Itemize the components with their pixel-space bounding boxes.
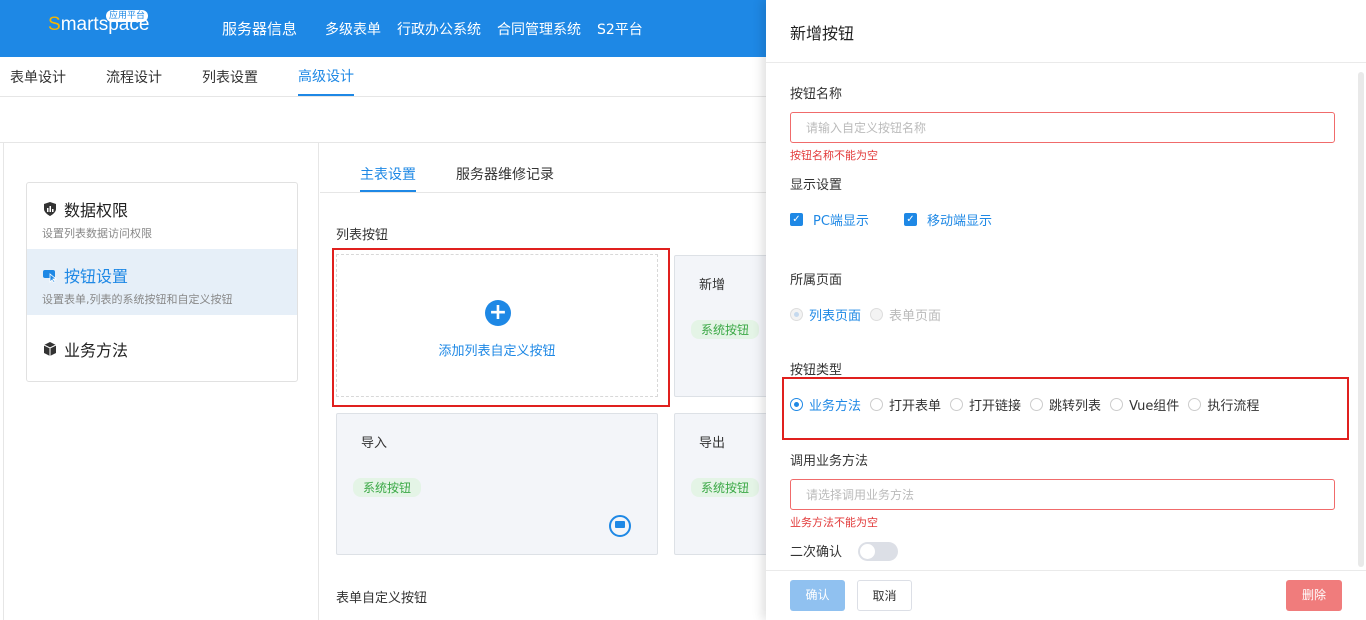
- mobile-display-checkbox[interactable]: ✓ 移动端显示: [904, 210, 992, 229]
- business-method-select[interactable]: 请选择调用业务方法: [790, 479, 1335, 510]
- name-label: 按钮名称: [790, 87, 843, 102]
- nav-s2-platform[interactable]: S2平台: [597, 19, 643, 39]
- button-name-input[interactable]: 请输入自定义按钮名称: [790, 112, 1335, 143]
- checkbox-label: 移动端显示: [927, 214, 993, 229]
- menu-item-desc: 设置表单,列表的系统按钮和自定义按钮: [42, 293, 233, 306]
- menu-item-label: 业务方法: [64, 341, 129, 360]
- menu-item-label: 按钮设置: [64, 267, 129, 286]
- tab-form-design[interactable]: 表单设计: [10, 57, 66, 96]
- button-cursor-icon: [43, 270, 58, 283]
- check-icon: ✓: [790, 213, 803, 226]
- delete-button[interactable]: 删除: [1286, 580, 1342, 611]
- shield-chart-icon: [44, 202, 56, 216]
- form-custom-heading: 表单自定义按钮: [336, 591, 428, 606]
- radio-label: 表单页面: [889, 309, 942, 324]
- menu-item-data-permission[interactable]: 数据权限 设置列表数据访问权限: [27, 183, 297, 249]
- method-error: 业务方法不能为空: [790, 516, 878, 529]
- menu-item-desc: 设置列表数据访问权限: [42, 227, 152, 240]
- cancel-button[interactable]: 取消: [857, 580, 912, 611]
- select-placeholder: 请选择调用业务方法: [806, 488, 915, 502]
- button-card-import[interactable]: 导入 系统按钮: [336, 413, 658, 555]
- top-nav: 服务器信息 多级表单 行政办公系统 合同管理系统 S2平台: [222, 0, 659, 57]
- divider: [766, 570, 1366, 571]
- settings-menu: 数据权限 设置列表数据访问权限 按钮设置 设置表单,列表的系统按钮和自定义按钮 …: [26, 182, 298, 382]
- divider: [766, 62, 1366, 63]
- card-name: 导出: [699, 436, 726, 451]
- radio-list-page[interactable]: 列表页面: [790, 305, 861, 324]
- drawer-title: 新增按钮: [790, 24, 855, 43]
- toolbar-area: [0, 97, 770, 143]
- tab-advanced-design[interactable]: 高级设计: [298, 57, 354, 96]
- radio-label: 列表页面: [809, 309, 862, 324]
- design-tabs: 表单设计 流程设计 列表设置 高级设计: [0, 57, 770, 97]
- system-button-tag: 系统按钮: [691, 320, 760, 339]
- card-name: 导入: [361, 436, 388, 451]
- highlight-box: [332, 248, 670, 407]
- second-confirm-toggle[interactable]: [858, 542, 898, 561]
- check-icon: ✓: [904, 213, 917, 226]
- logo-badge: 应用平台: [106, 10, 149, 22]
- checkbox-label: PC端显示: [813, 214, 869, 229]
- scrollbar[interactable]: [1358, 72, 1364, 567]
- menu-item-business-method[interactable]: 业务方法: [27, 323, 297, 389]
- confirm-label: 二次确认: [790, 545, 843, 560]
- display-label: 显示设置: [790, 178, 843, 193]
- menu-item-label: 数据权限: [64, 201, 129, 220]
- desktop-icon: [609, 515, 631, 537]
- system-button-tag: 系统按钮: [353, 478, 422, 497]
- tab-server-repair[interactable]: 服务器维修记录: [456, 160, 554, 192]
- menu-item-button-settings[interactable]: 按钮设置 设置表单,列表的系统按钮和自定义按钮: [27, 249, 297, 315]
- tab-flow-design[interactable]: 流程设计: [106, 57, 162, 96]
- tab-list-settings[interactable]: 列表设置: [202, 57, 258, 96]
- button-card-add[interactable]: 新增 系统按钮: [674, 255, 770, 397]
- type-label: 按钮类型: [790, 363, 843, 378]
- page-label: 所属页面: [790, 273, 843, 288]
- name-error: 按钮名称不能为空: [790, 149, 878, 162]
- list-buttons-heading: 列表按钮: [336, 228, 389, 243]
- table-tabs: 主表设置 服务器维修记录: [320, 160, 770, 193]
- system-button-tag: 系统按钮: [691, 478, 760, 497]
- nav-contract-mgmt[interactable]: 合同管理系统: [497, 19, 581, 39]
- nav-admin-office[interactable]: 行政办公系统: [397, 19, 481, 39]
- method-label: 调用业务方法: [790, 454, 869, 469]
- cube-icon: [43, 342, 57, 356]
- card-name: 新增: [699, 278, 726, 293]
- nav-multilevel-form[interactable]: 多级表单: [325, 19, 381, 39]
- tab-main-table[interactable]: 主表设置: [360, 160, 416, 192]
- add-button-drawer: 新增按钮 按钮名称 请输入自定义按钮名称 按钮名称不能为空 显示设置 ✓ PC端显…: [766, 0, 1366, 620]
- confirm-button[interactable]: 确认: [790, 580, 845, 611]
- pc-display-checkbox[interactable]: ✓ PC端显示: [790, 210, 869, 229]
- button-card-export[interactable]: 导出 系统按钮: [674, 413, 770, 555]
- input-placeholder: 请输入自定义按钮名称: [806, 121, 927, 135]
- highlight-box: [782, 377, 1349, 440]
- nav-server-info[interactable]: 服务器信息: [222, 18, 297, 39]
- radio-form-page[interactable]: 表单页面: [870, 305, 941, 324]
- page-radio-group: 列表页面 表单页面: [790, 305, 950, 324]
